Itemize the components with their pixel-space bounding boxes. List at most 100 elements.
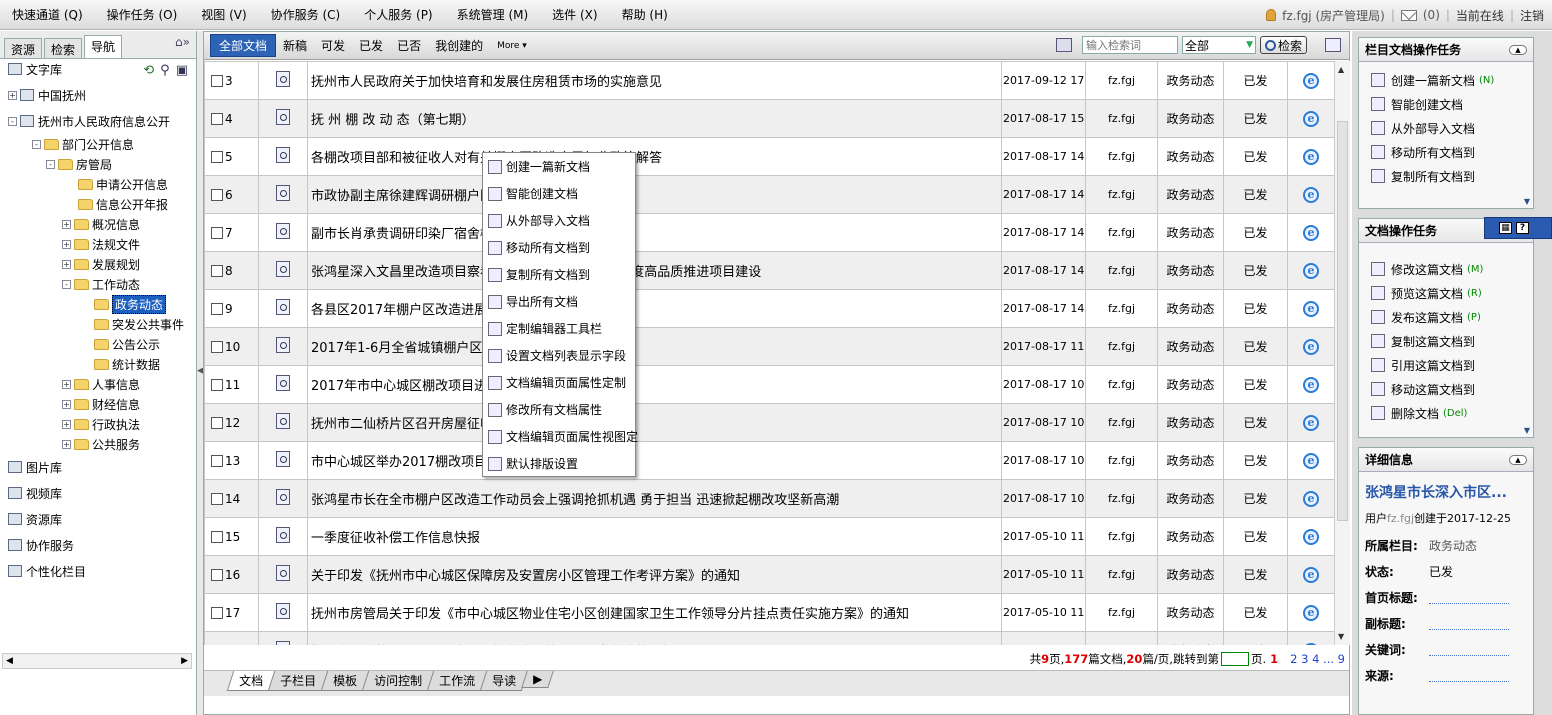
preview-icon[interactable] (276, 451, 290, 467)
tab-new-drafts[interactable]: 新稿 (276, 37, 314, 54)
document-title[interactable]: 抚 州 棚 改 动 态（第七期） (307, 99, 1002, 138)
collapse-icon[interactable]: - (8, 116, 17, 126)
menu-collaboration[interactable]: 协作服务 (C) (259, 6, 353, 23)
preview-icon[interactable] (276, 527, 290, 543)
keyboard-icon[interactable]: ▦ (1499, 222, 1512, 234)
tree-node[interactable]: - 部门公开信息 (32, 134, 134, 154)
bottom-tab[interactable]: 工作流 (426, 671, 488, 691)
tree-node[interactable]: 突发公共事件 (94, 314, 184, 334)
document-title[interactable]: 副市长肖承贵调研印染厂宿舍棚户区改造项目 (307, 213, 1002, 252)
refresh-icon[interactable]: ⟲ (143, 63, 154, 78)
context-menu-item[interactable]: 修改所有文档属性 (483, 396, 635, 423)
bottom-tab[interactable]: 访问控制 (361, 671, 435, 691)
menu-tasks[interactable]: 操作任务 (O) (95, 6, 190, 23)
document-title[interactable]: 张鸿星深入文昌里改造项目察看 强化主动性责任感 高速度高品质推进项目建设 (307, 251, 1002, 290)
help-icon[interactable]: ? (1516, 222, 1529, 234)
row-checkbox[interactable] (211, 303, 223, 315)
menu-options[interactable]: 选件 (X) (540, 6, 609, 23)
task-item[interactable]: 引用这篇文档到 (1359, 353, 1533, 377)
search-scope-select[interactable]: 全部 ▼ (1181, 36, 1256, 54)
browser-preview-icon[interactable]: e (1303, 376, 1319, 393)
tree-node[interactable]: 公告公示 (94, 334, 160, 354)
menu-quick-access[interactable]: 快速通道 (Q) (0, 6, 95, 23)
preview-icon[interactable] (276, 185, 290, 201)
horizontal-scrollbar[interactable]: ◀ ▶ (2, 653, 192, 669)
tree-node[interactable]: + 行政执法 (62, 414, 140, 434)
tree-node[interactable]: - 抚州市人民政府信息公开 (8, 111, 170, 131)
scroll-up-icon[interactable]: ▲ (1338, 65, 1344, 74)
context-menu-item[interactable]: 复制所有文档到 (483, 261, 635, 288)
scroll-thumb[interactable] (1337, 121, 1348, 521)
tree-node[interactable]: - 工作动态 (62, 274, 140, 294)
detail-document-title[interactable]: 张鸿星市长深入市区... (1365, 482, 1527, 502)
document-title[interactable]: 关于印发《抚州市中心城区保障房及安置房小区管理工作考评方案》的通知 (307, 555, 1002, 594)
row-checkbox[interactable] (211, 151, 223, 163)
collapse-icon[interactable]: ▲ (1509, 454, 1527, 465)
browser-preview-icon[interactable]: e (1303, 224, 1319, 241)
tree-node[interactable]: + 人事信息 (62, 374, 140, 394)
tree-node[interactable]: + 公共服务 (62, 434, 140, 454)
expand-icon[interactable]: + (8, 90, 17, 100)
home-icon[interactable]: ⌂» (175, 35, 190, 49)
scroll-down-icon[interactable]: ▼ (1338, 632, 1344, 641)
vertical-scrollbar[interactable]: ▲ ▼ (1334, 61, 1350, 645)
tree-node[interactable]: + 发展规划 (62, 254, 140, 274)
row-checkbox[interactable] (211, 455, 223, 467)
logout-link[interactable]: 注销 (1520, 7, 1544, 24)
table-row[interactable]: 13 市中心城区举办2017棚改项目征收工作培训班 2017-08-17 10 fz.… (204, 441, 1334, 480)
menu-personal[interactable]: 个人服务 (P) (352, 6, 444, 23)
row-checkbox[interactable] (211, 493, 223, 505)
table-row[interactable]: 8 张鸿星深入文昌里改造项目察看 强化主动性责任感 高速度高品质推进项目建设201… (204, 251, 1334, 290)
tab-my-created[interactable]: 我创建的 (428, 37, 490, 54)
task-item[interactable]: 删除文档 (Del) (1359, 401, 1533, 425)
row-checkbox[interactable] (211, 569, 223, 581)
expand-icon[interactable]: + (62, 219, 71, 229)
browser-preview-icon[interactable]: e (1303, 262, 1319, 279)
row-checkbox[interactable] (211, 75, 223, 87)
tree-node[interactable]: 资源库 (8, 509, 62, 529)
preview-icon[interactable] (276, 71, 290, 87)
table-row[interactable]: 16 关于印发《抚州市中心城区保障房及安置房小区管理工作考评方案》的通知 2017-… (204, 555, 1334, 594)
table-row[interactable]: 17 抚州市房管局关于印发《市中心城区物业住宅小区创建国家卫生工作领导分片挂点责任… (204, 593, 1334, 632)
browser-preview-icon[interactable]: e (1303, 72, 1319, 89)
context-menu-item[interactable]: 文档编辑页面属性定制 (483, 369, 635, 396)
document-title[interactable]: 2017年市中心城区棚改项目进展情况 (307, 365, 1002, 404)
tab-all-documents[interactable]: 全部文档 (210, 34, 277, 57)
tree-node[interactable]: + 财经信息 (62, 394, 140, 414)
tree-node[interactable]: 信息公开年报 (78, 194, 168, 214)
preview-icon[interactable] (276, 299, 290, 315)
context-menu-item[interactable]: 创建一篇新文档 (483, 153, 635, 180)
document-title[interactable]: 抚州市二仙桥片区召开房屋征收动员大会 (307, 403, 1002, 442)
tab-navigation[interactable]: 导航 (84, 35, 123, 58)
tree-node[interactable]: 政务动态 (94, 294, 167, 314)
bottom-tab[interactable]: 导读 (479, 671, 529, 691)
tree-node[interactable]: 文字库 (8, 59, 62, 79)
browser-preview-icon[interactable]: e (1303, 566, 1319, 583)
table-row[interactable]: 14 张鸿星市长在全市棚户区改造工作动员会上强调抢抓机遇 勇于担当 迅速掀起棚改攻… (204, 479, 1334, 518)
mail-count[interactable]: (0) (1423, 8, 1440, 22)
jump-page-input[interactable] (1220, 652, 1249, 666)
tree-node[interactable]: 视频库 (8, 483, 62, 503)
task-item[interactable]: 智能创建文档 (1359, 92, 1533, 116)
row-checkbox[interactable] (211, 531, 223, 543)
tree-node[interactable]: 统计数据 (94, 354, 160, 374)
tree-node[interactable]: + 中国抚州 (8, 85, 86, 105)
document-title[interactable]: 市中心城区举办2017棚改项目征收工作培训班 (307, 441, 1002, 480)
tree-node[interactable]: - 房管局 (46, 154, 112, 174)
browser-preview-icon[interactable]: e (1303, 148, 1319, 165)
browser-preview-icon[interactable]: e (1303, 186, 1319, 203)
context-menu-item[interactable]: 智能创建文档 (483, 180, 635, 207)
more-dropdown[interactable]: More ▾ (490, 41, 534, 51)
window-icon[interactable] (1325, 38, 1341, 52)
preview-icon[interactable] (276, 147, 290, 163)
task-item[interactable]: 从外部导入文档 (1359, 116, 1533, 140)
search-icon[interactable]: ⚲ (160, 63, 170, 78)
bottom-tab[interactable]: ▶ (521, 671, 555, 688)
table-row[interactable]: 6 市政协副主席徐建辉调研棚户区改造工作 2017-08-17 14 fz.fgj 政务… (204, 175, 1334, 214)
context-menu-item[interactable]: 移动所有文档到 (483, 234, 635, 261)
collapse-icon[interactable]: - (62, 279, 71, 289)
expand-icon[interactable]: + (62, 379, 71, 389)
document-title[interactable]: 抚州市房产管理局关于印发《考勤制度》等七个规章制度的通知 (307, 631, 1002, 645)
tree-node[interactable]: + 法规文件 (62, 234, 140, 254)
collapse-icon[interactable]: - (32, 139, 41, 149)
